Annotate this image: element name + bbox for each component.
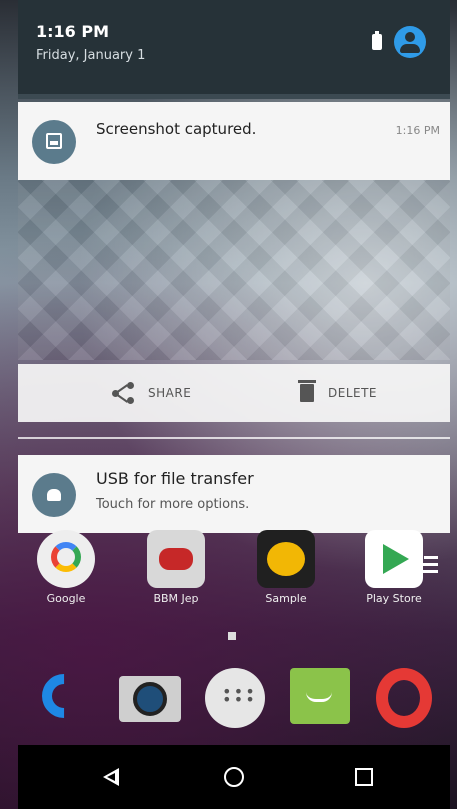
notification-time: 1:16 PM: [395, 124, 440, 137]
app-google[interactable]: Google: [30, 530, 102, 605]
screenshot-notification[interactable]: Screenshot captured. 1:16 PM: [18, 102, 450, 180]
notification-actions: SHARE DELETE: [18, 364, 450, 422]
messaging-icon[interactable]: [288, 666, 352, 730]
page-indicator: [228, 632, 236, 640]
hundred-icon: [257, 530, 315, 588]
menu-lines-icon[interactable]: [414, 556, 438, 580]
notification-divider: [18, 437, 450, 439]
status-time: 1:16 PM: [36, 22, 110, 41]
home-icon[interactable]: [222, 765, 246, 789]
share-label: SHARE: [148, 386, 192, 400]
header-divider: [18, 94, 450, 99]
bbm-icon: [147, 530, 205, 588]
recents-icon[interactable]: [352, 765, 376, 789]
google-icon: [37, 530, 95, 588]
app-label: Google: [46, 592, 86, 605]
delete-button[interactable]: DELETE: [298, 364, 378, 422]
battery-icon: [372, 31, 382, 50]
image-icon: [32, 120, 76, 164]
user-icon[interactable]: [394, 26, 426, 58]
share-icon: [112, 382, 134, 404]
app-drawer-icon[interactable]: ••• •••: [203, 666, 267, 730]
android-icon: [32, 473, 76, 517]
notification-title: USB for file transfer: [96, 469, 254, 488]
status-date[interactable]: Friday, January 1: [36, 48, 145, 63]
opera-icon[interactable]: [372, 666, 436, 730]
notification-title: Screenshot captured.: [96, 120, 257, 138]
camera-icon[interactable]: [117, 666, 181, 730]
delete-label: DELETE: [328, 386, 378, 400]
trash-icon: [298, 380, 316, 402]
app-bbm[interactable]: BBM Jep: [140, 530, 212, 605]
app-sample[interactable]: Sample: [250, 530, 322, 605]
navigation-bar: [18, 745, 450, 809]
notification-subtitle: Touch for more options.: [96, 497, 250, 512]
app-label: Play Store: [366, 592, 422, 605]
back-icon[interactable]: [100, 765, 124, 789]
app-label: Sample: [265, 592, 307, 605]
usb-notification[interactable]: USB for file transfer Touch for more opt…: [18, 455, 450, 533]
notification-shade-header: [18, 0, 450, 94]
app-label: BBM Jep: [153, 592, 199, 605]
share-button[interactable]: SHARE: [112, 364, 191, 422]
phone-icon[interactable]: [32, 664, 96, 730]
wallpaper-pattern: [18, 180, 450, 360]
